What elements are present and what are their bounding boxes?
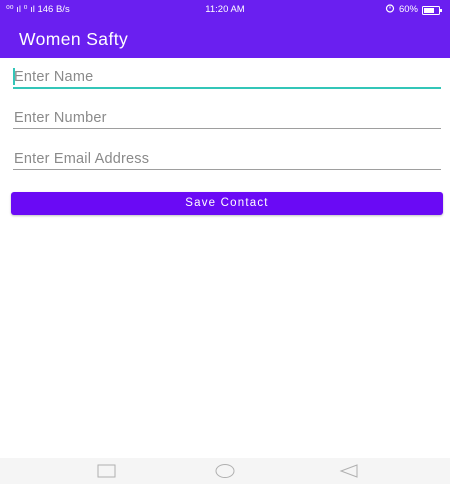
battery-icon: [422, 5, 442, 15]
save-contact-button[interactable]: Save Contact: [11, 192, 443, 215]
name-placeholder: Enter Name: [14, 69, 94, 85]
email-placeholder: Enter Email Address: [14, 151, 150, 167]
back-triangle-icon[interactable]: [338, 463, 360, 479]
email-field[interactable]: Enter Email Address: [13, 145, 441, 170]
app-title: Women Safty: [19, 29, 129, 49]
recents-square-icon[interactable]: [96, 463, 118, 479]
name-field[interactable]: Enter Name: [13, 63, 441, 89]
status-bar: ⁰⁰ ıl ⁰ ıl 146 B/s 11:20 AM 60%: [0, 0, 450, 18]
alarm-icon: [385, 3, 395, 16]
number-field[interactable]: Enter Number: [13, 104, 441, 129]
status-right: 60%: [385, 3, 442, 16]
navigation-bar: [0, 458, 450, 484]
battery-percent: 60%: [398, 4, 418, 15]
home-circle-icon[interactable]: [214, 463, 236, 479]
number-placeholder: Enter Number: [14, 110, 107, 126]
clock: 11:20 AM: [205, 4, 245, 15]
app-bar: Women Safty: [0, 18, 450, 58]
